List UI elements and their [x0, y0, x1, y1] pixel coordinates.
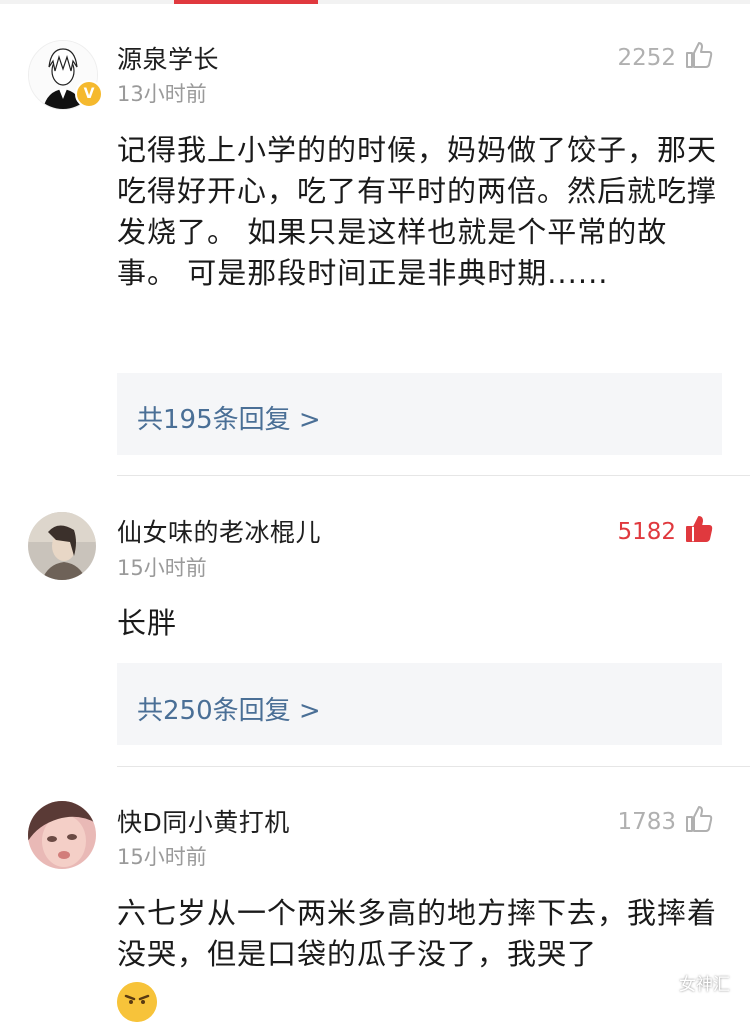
angry-face-icon: [117, 982, 157, 1022]
avatar[interactable]: [28, 512, 96, 580]
like-count: 5182: [617, 519, 676, 545]
like-button[interactable]: 2252: [617, 40, 714, 76]
comment-text: 六七岁从一个两米多高的地方摔下去，我摔着没哭，但是口袋的瓜子没了，我哭了: [117, 896, 718, 971]
like-count: 1783: [617, 809, 676, 835]
top-tab-bar: [0, 0, 750, 4]
reply-count-link: 共250条回复 >: [137, 696, 321, 726]
verified-badge-icon: V: [75, 80, 103, 108]
like-button[interactable]: 1783: [617, 804, 714, 840]
username[interactable]: 快D同小黄打机: [117, 803, 290, 839]
view-replies-button[interactable]: 共250条回复 >: [117, 663, 722, 745]
watermark: 女神汇: [645, 969, 730, 996]
like-button[interactable]: 5182: [617, 514, 714, 550]
watermark-label: 女神汇: [679, 975, 730, 995]
wechat-icon: [645, 969, 671, 996]
thumbs-up-icon: [684, 804, 714, 840]
comment-text: 记得我上小学的的时候，妈妈做了饺子，那天吃得好开心，吃了有平时的两倍。然后就吃撑…: [117, 133, 718, 290]
view-replies-button[interactable]: 共195条回复 >: [117, 373, 722, 455]
divider: [117, 766, 750, 767]
username[interactable]: 源泉学长: [117, 40, 219, 76]
active-tab-indicator: [174, 0, 318, 4]
timestamp: 15小时前: [117, 845, 207, 869]
divider: [117, 475, 750, 476]
comment-text: 长胖: [117, 606, 178, 640]
like-count: 2252: [617, 45, 676, 71]
thumbs-up-icon: [684, 40, 714, 76]
timestamp: 15小时前: [117, 556, 207, 580]
reply-count-link: 共195条回复 >: [137, 405, 321, 435]
username[interactable]: 仙女味的老冰棍儿: [117, 513, 321, 549]
avatar[interactable]: [28, 801, 96, 869]
timestamp: 13小时前: [117, 82, 207, 106]
thumbs-up-filled-icon: [684, 514, 714, 550]
